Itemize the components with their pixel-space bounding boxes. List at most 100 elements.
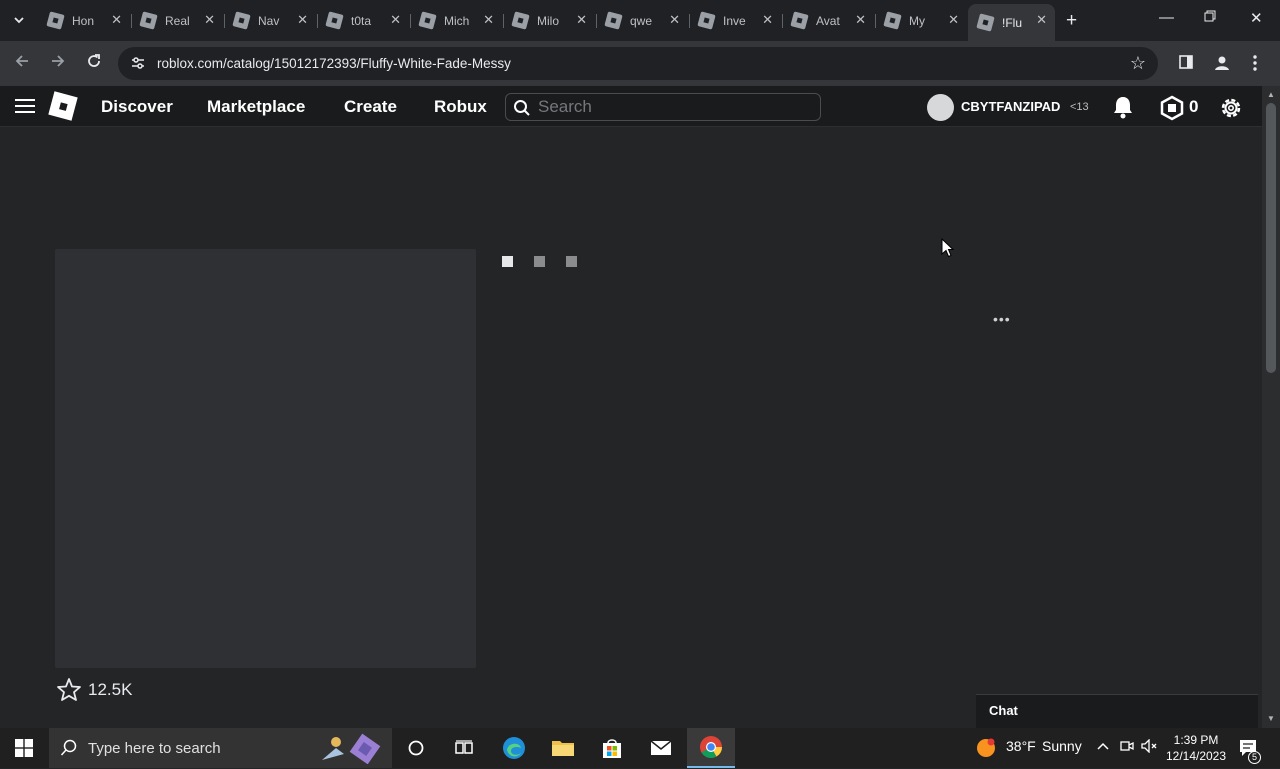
browser-menu-icon[interactable] [1252,54,1258,77]
browser-tab[interactable]: Nav ✕ [224,6,318,35]
nav-create[interactable]: Create [344,97,397,117]
restore-button[interactable] [1204,9,1216,26]
back-button[interactable] [14,53,30,74]
taskbar-search-placeholder: Type here to search [88,740,221,757]
browser-tab-active[interactable]: !Flu ✕ [968,4,1055,41]
system-clock[interactable]: 1:39 PM 12/14/2023 [1164,732,1228,764]
profile-icon[interactable] [1213,54,1231,77]
robux-icon[interactable] [1159,95,1185,126]
cortana-circle-icon [408,740,424,756]
task-view-button[interactable] [440,728,488,768]
nav-robux[interactable]: Robux [434,97,487,117]
taskbar-search-box[interactable]: Type here to search [49,728,392,768]
close-tab-icon[interactable]: ✕ [948,13,959,27]
forward-button[interactable] [50,53,66,74]
close-tab-icon[interactable]: ✕ [762,13,773,27]
site-settings-icon[interactable] [130,55,146,76]
tab-title: Milo [537,13,560,28]
roblox-favicon-icon [511,11,530,30]
bookmark-star-icon[interactable]: ☆ [1130,53,1146,74]
mail-icon [650,740,672,755]
address-bar[interactable]: roblox.com/catalog/15012172393/Fluffy-Wh… [118,47,1158,80]
folder-icon [552,741,574,756]
browser-tab[interactable]: t0ta ✕ [317,6,411,35]
more-options-button[interactable]: ••• [993,311,1011,327]
notifications-bell-icon[interactable] [1112,95,1134,124]
nav-marketplace[interactable]: Marketplace [207,97,305,117]
close-tab-icon[interactable]: ✕ [390,13,401,27]
mouse-cursor-icon [941,237,955,263]
browser-tab[interactable]: My ✕ [875,6,967,35]
weather-temp[interactable]: 38°F [1006,738,1036,754]
edge-browser-button[interactable] [490,728,538,768]
avatar[interactable] [927,94,954,121]
windows-start-icon[interactable] [15,739,33,762]
hamburger-menu-icon[interactable] [15,99,35,117]
cortana-button[interactable] [392,728,440,768]
file-explorer-button[interactable] [539,728,587,768]
item-thumbnail-placeholder [55,249,476,668]
search-icon [513,99,531,122]
notification-count-badge: 5 [1248,751,1261,764]
minimize-button[interactable]: — [1159,9,1174,26]
roblox-favicon-icon [418,11,437,30]
windows-taskbar: Type here to search 38°F Sunny 1:39 PM 1… [0,728,1280,768]
roblox-favicon-icon [139,11,158,30]
search-input[interactable] [538,97,808,117]
close-tab-icon[interactable]: ✕ [297,13,308,27]
loading-indicator-square [534,256,545,267]
close-tab-icon[interactable]: ✕ [204,13,215,27]
chrome-button[interactable] [687,728,735,768]
roblox-favicon-icon [790,11,809,30]
meet-now-icon[interactable] [1120,739,1134,756]
star-icon [57,678,81,701]
close-tab-icon[interactable]: ✕ [1036,13,1047,27]
tab-title: t0ta [351,13,372,28]
browser-tab[interactable]: Milo ✕ [503,6,597,35]
close-tab-icon[interactable]: ✕ [669,13,680,27]
browser-tab[interactable]: Real ✕ [131,6,225,35]
reload-icon [88,54,100,67]
browser-tab[interactable]: Inve ✕ [689,6,783,35]
tab-title: Hon [72,13,95,28]
volume-muted-icon[interactable] [1141,738,1159,756]
username[interactable]: CBYTFANZIPAD [961,99,1060,114]
robux-balance[interactable]: 0 [1189,97,1198,117]
weather-condition[interactable]: Sunny [1042,738,1082,754]
scroll-up-arrow-icon[interactable]: ▲ [1267,90,1275,99]
chevron-down-icon [14,17,24,24]
browser-tab[interactable]: qwe ✕ [596,6,690,35]
side-panel-icon[interactable] [1178,54,1194,75]
tab-title: Inve [723,13,746,28]
browser-tab[interactable]: Avat ✕ [782,6,876,35]
nav-discover[interactable]: Discover [101,97,173,117]
microsoft-store-button[interactable] [588,728,636,768]
favorite-toggle[interactable]: 12.5K [56,677,132,702]
close-tab-icon[interactable]: ✕ [111,13,122,27]
roblox-logo[interactable] [48,91,78,121]
page-scrollbar[interactable]: ▲ ▼ [1262,86,1280,728]
roblox-favicon-icon [232,11,251,30]
new-tab-button[interactable]: + [1066,10,1077,32]
scrollbar-thumb[interactable] [1266,103,1276,373]
tab-title: Avat [816,13,840,28]
tab-search-button[interactable] [6,8,32,32]
site-search-box[interactable] [505,93,821,121]
reload-button[interactable] [86,53,102,74]
browser-tab[interactable]: Hon ✕ [38,6,132,35]
settings-gear-icon[interactable] [1218,95,1244,126]
show-hidden-icons-chevron-icon[interactable] [1096,739,1110,754]
url-text: roblox.com/catalog/15012172393/Fluffy-Wh… [157,56,511,71]
mail-button[interactable] [637,728,685,768]
close-tab-icon[interactable]: ✕ [483,13,494,27]
browser-tab[interactable]: Mich ✕ [410,6,504,35]
close-tab-icon[interactable]: ✕ [855,13,866,27]
close-window-button[interactable]: ✕ [1250,9,1263,27]
chat-bar[interactable]: Chat [976,694,1258,728]
task-view-icon [455,740,473,754]
search-highlight-icon [316,732,386,769]
close-tab-icon[interactable]: ✕ [576,13,587,27]
scroll-down-arrow-icon[interactable]: ▼ [1267,714,1275,723]
roblox-favicon-icon [883,11,902,30]
item-details-page: ••• 12.5K Chat [0,127,1262,728]
